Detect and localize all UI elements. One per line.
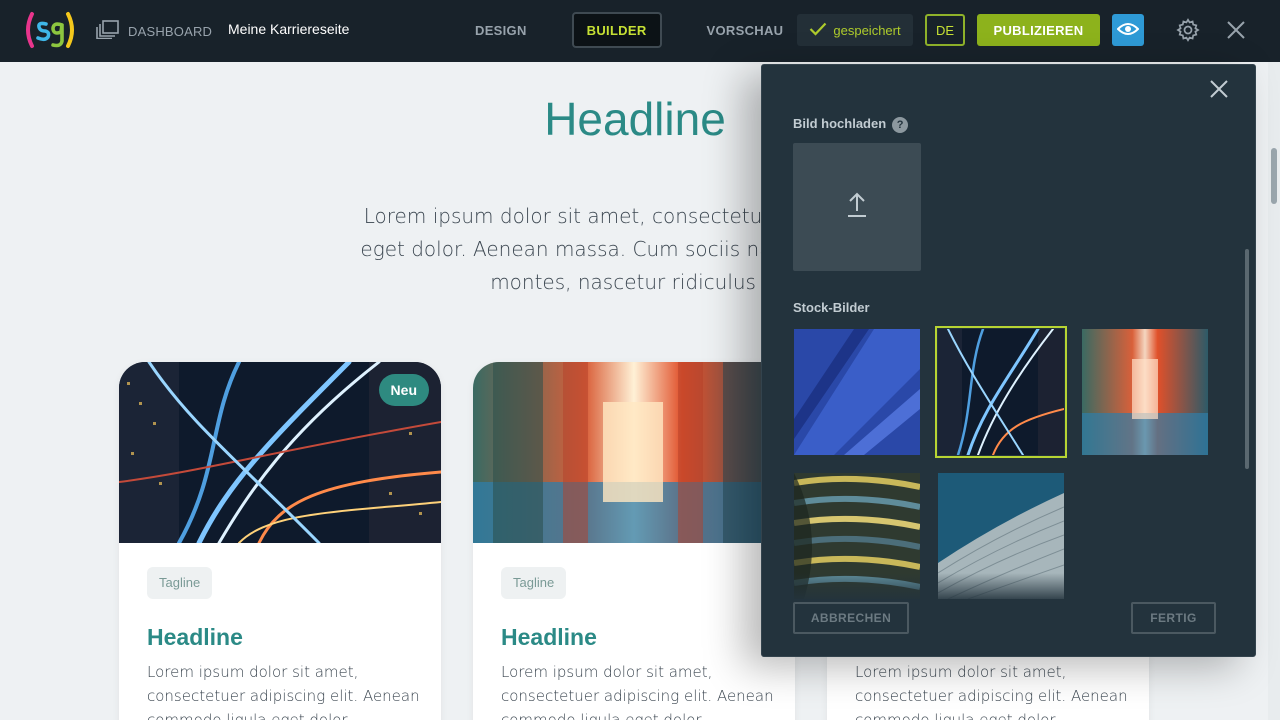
- mode-tabs: DESIGN BUILDER VORSCHAU: [460, 12, 828, 48]
- top-bar: DASHBOARD Meine Karriereseite DESIGN BUI…: [0, 0, 1280, 62]
- image-picker-panel: Bild hochladen? Stock-Bilder ABBRECHEN F…: [761, 64, 1256, 657]
- card-image-corridor: Ne: [473, 362, 795, 543]
- gear-icon[interactable]: [1176, 18, 1200, 46]
- new-badge: Neu: [378, 374, 429, 406]
- card-text: Lorem ipsum dolor sit amet, consectetuer…: [147, 660, 427, 720]
- close-icon[interactable]: [1226, 20, 1246, 44]
- card-text-line: Lorem ipsum dolor sit amet,: [501, 663, 713, 681]
- page-scrollbar[interactable]: [1268, 62, 1280, 720]
- upload-dropzone[interactable]: [793, 143, 921, 271]
- done-button[interactable]: FERTIG: [1131, 602, 1216, 634]
- job-card[interactable]: Neu Tagline Headline Lorem ipsum dolor s…: [119, 362, 441, 720]
- card-tagline: Tagline: [501, 567, 567, 599]
- card-title: Headline: [147, 624, 243, 650]
- dashboard-link[interactable]: DASHBOARD: [96, 19, 212, 43]
- tab-design[interactable]: DESIGN: [460, 12, 542, 48]
- card-text-line: commodo ligula eget dolor.: [501, 711, 705, 720]
- page-scrollbar-thumb[interactable]: [1271, 148, 1277, 204]
- publish-button[interactable]: PUBLIZIEREN: [977, 14, 1100, 46]
- card-text-line: Lorem ipsum dolor sit amet,: [855, 663, 1067, 681]
- card-title: Headline: [501, 624, 597, 650]
- card-text-line: consectetuer adipiscing elit. Aenean: [855, 687, 1128, 705]
- sg-logo[interactable]: [22, 8, 78, 52]
- upload-label: Bild hochladen: [793, 116, 887, 131]
- saved-label: gespeichert: [833, 22, 901, 38]
- pages-icon: [96, 19, 120, 43]
- upload-icon: [846, 192, 868, 222]
- stock-image-red-corridor[interactable]: [1082, 329, 1208, 455]
- card-text: Lorem ipsum dolor sit amet, consectetuer…: [855, 660, 1135, 720]
- card-text-line: commodo ligula eget dolor.: [147, 711, 351, 720]
- job-card[interactable]: Ne Tagline Headline Lorem ipsum dolor si…: [473, 362, 795, 720]
- stock-image-highway-night[interactable]: [935, 326, 1067, 458]
- check-icon: [809, 22, 827, 39]
- stock-label: Stock-Bilder: [793, 300, 870, 315]
- card-text-line: Lorem ipsum dolor sit amet,: [147, 663, 359, 681]
- panel-scrollbar[interactable]: [1245, 249, 1249, 469]
- card-tagline: Tagline: [147, 567, 213, 599]
- cancel-button[interactable]: ABBRECHEN: [793, 602, 909, 634]
- dashboard-label: DASHBOARD: [128, 23, 213, 39]
- stock-image-blue-abstract[interactable]: [794, 329, 920, 455]
- tab-vorschau[interactable]: VORSCHAU: [692, 12, 799, 48]
- language-button[interactable]: DE: [925, 14, 965, 46]
- saved-status: gespeichert: [797, 14, 913, 46]
- tab-builder[interactable]: BUILDER: [571, 12, 662, 48]
- upload-section-label: Bild hochladen?: [793, 116, 909, 133]
- card-image-highway: Neu: [119, 362, 441, 543]
- help-icon[interactable]: ?: [892, 116, 909, 133]
- card-text-line: consectetuer adipiscing elit. Aenean: [501, 687, 774, 705]
- card-text-line: commodo ligula eget dolor.: [855, 711, 1059, 720]
- preview-button[interactable]: [1112, 14, 1144, 46]
- site-name: Meine Karriereseite: [228, 21, 350, 37]
- close-icon[interactable]: [1209, 79, 1229, 103]
- card-text: Lorem ipsum dolor sit amet, consectetuer…: [501, 660, 781, 720]
- scroll-fade: [762, 573, 1255, 603]
- eye-icon: [1116, 21, 1140, 40]
- card-text-line: consectetuer adipiscing elit. Aenean: [147, 687, 420, 705]
